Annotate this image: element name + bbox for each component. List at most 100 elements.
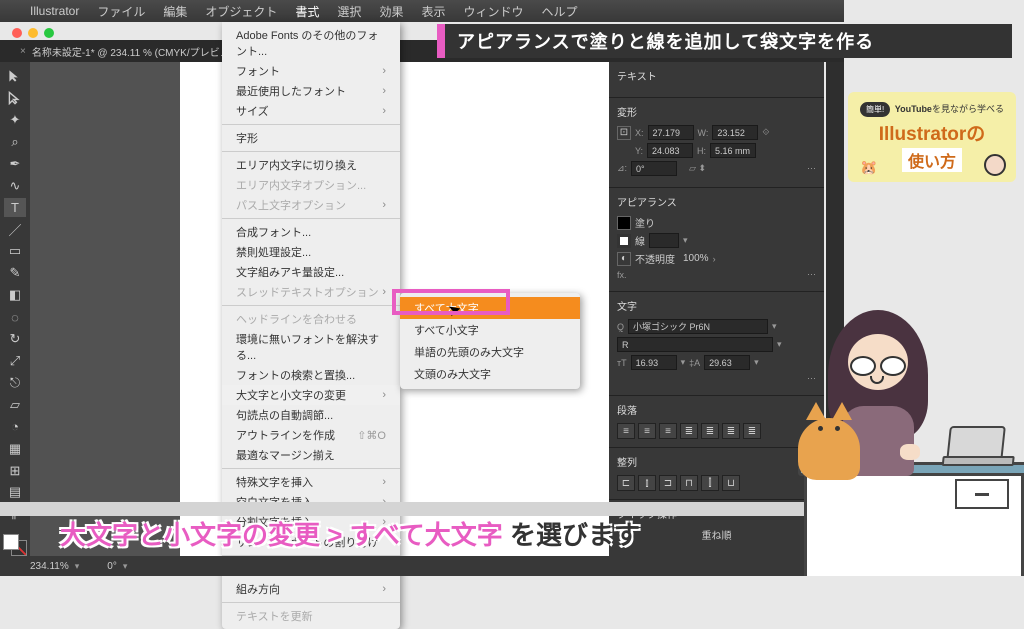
zoom-level[interactable]: 234.11% (30, 561, 69, 572)
close-tab-icon[interactable]: × (20, 46, 26, 57)
paintbrush-tool[interactable]: ✎ (4, 263, 26, 283)
justify-center-button[interactable]: ≣ (701, 423, 719, 439)
font-family-select[interactable] (628, 319, 768, 334)
menu-view[interactable]: 表示 (421, 3, 445, 20)
eraser-tool[interactable]: ◌ (4, 307, 26, 327)
rectangle-tool[interactable]: ▭ (4, 241, 26, 261)
align-center-button[interactable]: ≡ (638, 423, 656, 439)
document-tab[interactable]: 名称未設定-1* @ 234.11 % (CMYK/プレビュー) (32, 44, 243, 59)
rotate-view[interactable]: 0° (107, 561, 117, 572)
fill-swatch[interactable] (3, 534, 19, 550)
menu-edit[interactable]: 編集 (163, 3, 187, 20)
line-tool[interactable]: ／ (4, 219, 26, 239)
drawer-illustration (955, 479, 1009, 509)
perspective-tool[interactable]: ▦ (4, 439, 26, 459)
desk-illustration (804, 466, 1024, 576)
avatar-icon (984, 154, 1006, 176)
menu-type[interactable]: 書式 (295, 3, 319, 20)
shaper-tool[interactable]: ◧ (4, 285, 26, 305)
appearance-section: アピアランス 塗り 線 ▾ ◐ 不透明度 100%› fx. ⋯ (609, 188, 824, 292)
menu-item[interactable]: 禁則処理設定... (222, 242, 400, 262)
menu-item[interactable]: Adobe Fonts のその他のフォント... (222, 25, 400, 61)
menu-file[interactable]: ファイル (97, 3, 145, 20)
valign-middle-button[interactable]: ⫿ (701, 475, 719, 491)
h-input[interactable] (710, 143, 756, 158)
font-size-input[interactable] (631, 355, 677, 370)
opacity-value[interactable]: 100% (683, 253, 709, 264)
menu-item[interactable]: 環境に無いフォントを解決する... (222, 329, 400, 365)
fill-swatch-icon[interactable] (617, 216, 631, 230)
close-window-button[interactable] (12, 28, 22, 38)
menu-object[interactable]: オブジェクト (205, 3, 277, 20)
fx-label[interactable]: fx. (617, 270, 627, 280)
menu-select[interactable]: 選択 (337, 3, 361, 20)
stroke-swatch-icon[interactable] (617, 234, 631, 248)
menu-item[interactable]: 最適なマージン揃え (222, 445, 400, 465)
halign-right-button[interactable]: ⊐ (659, 475, 677, 491)
selection-tool[interactable] (4, 66, 26, 86)
promo-line2: Illustratorの (858, 119, 1006, 146)
align-left-button[interactable]: ≡ (617, 423, 635, 439)
transform-title: 変形 (617, 104, 816, 119)
direct-selection-tool[interactable] (4, 88, 26, 108)
menu-help[interactable]: ヘルプ (541, 3, 577, 20)
submenu-item[interactable]: 単語の先頭のみ大文字 (400, 341, 580, 363)
appearance-title: アピアランス (617, 194, 816, 209)
menu-item[interactable]: フォント (222, 61, 400, 81)
rotate-tool[interactable]: ↻ (4, 329, 26, 349)
mesh-tool[interactable]: ⊞ (4, 461, 26, 481)
zoom-window-button[interactable] (44, 28, 54, 38)
submenu-item[interactable]: すべて大文字 (400, 297, 580, 319)
more-icon[interactable]: ⋯ (807, 163, 816, 174)
menu-item[interactable]: 句読点の自動調節... (222, 405, 400, 425)
magic-wand-tool[interactable]: ✦ (4, 110, 26, 130)
lasso-tool[interactable]: ⌕ (4, 132, 26, 152)
fill-stroke-swatch[interactable] (3, 534, 27, 556)
submenu-item[interactable]: すべて小文字 (400, 319, 580, 341)
halign-center-button[interactable]: ⫾ (638, 475, 656, 491)
halign-left-button[interactable]: ⊏ (617, 475, 635, 491)
scale-tool[interactable]: ⤢ (4, 351, 26, 371)
curvature-tool[interactable]: ∿ (4, 176, 26, 196)
justify-right-button[interactable]: ≣ (722, 423, 740, 439)
valign-bottom-button[interactable]: ⊔ (722, 475, 740, 491)
angle-input[interactable] (631, 161, 677, 176)
free-transform-tool[interactable]: ▱ (4, 395, 26, 415)
menu-item[interactable]: アウトラインを作成⇧⌘O (222, 425, 400, 445)
menu-item[interactable]: 字形 (222, 128, 400, 148)
menu-item[interactable]: 大文字と小文字の変更 (222, 385, 400, 405)
leading-input[interactable] (704, 355, 750, 370)
minimize-window-button[interactable] (28, 28, 38, 38)
opacity-icon: ◐ (617, 252, 631, 266)
menu-item[interactable]: 特殊文字を挿入 (222, 472, 400, 492)
shape-builder-tool[interactable]: ◔ (4, 417, 26, 437)
justify-left-button[interactable]: ≣ (680, 423, 698, 439)
x-input[interactable] (648, 125, 694, 140)
align-right-button[interactable]: ≡ (659, 423, 677, 439)
type-tool[interactable]: T (4, 198, 26, 218)
menu-item[interactable]: 組み方向 (222, 579, 400, 599)
y-input[interactable] (647, 143, 693, 158)
menu-item[interactable]: 合成フォント... (222, 222, 400, 242)
menu-item[interactable]: サイズ (222, 101, 400, 121)
stroke-weight-input[interactable] (649, 233, 679, 248)
font-weight-select[interactable] (617, 337, 773, 352)
menu-item[interactable]: フォントの検索と置換... (222, 365, 400, 385)
width-tool[interactable]: ⎋ (4, 373, 26, 393)
menu-window[interactable]: ウィンドウ (463, 3, 523, 20)
justify-all-button[interactable]: ≣ (743, 423, 761, 439)
w-input[interactable] (712, 125, 758, 140)
more-icon[interactable]: ⋯ (807, 269, 816, 280)
pen-tool[interactable]: ✒ (4, 154, 26, 174)
menu-item[interactable]: エリア内文字に切り換え (222, 155, 400, 175)
submenu-item[interactable]: 文頭のみ大文字 (400, 363, 580, 385)
gradient-tool[interactable]: ▤ (4, 483, 26, 503)
link-icon[interactable]: ⟐ (762, 127, 769, 138)
app-name[interactable]: Illustrator (30, 4, 79, 18)
menu-item[interactable]: 文字組みアキ量設定... (222, 262, 400, 282)
menu-item[interactable]: 最近使用したフォント (222, 81, 400, 101)
reference-point-icon[interactable]: ⊡ (617, 126, 631, 140)
menu-effect[interactable]: 効果 (379, 3, 403, 20)
arrange-label[interactable]: 重ね順 (702, 527, 732, 542)
valign-top-button[interactable]: ⊓ (680, 475, 698, 491)
